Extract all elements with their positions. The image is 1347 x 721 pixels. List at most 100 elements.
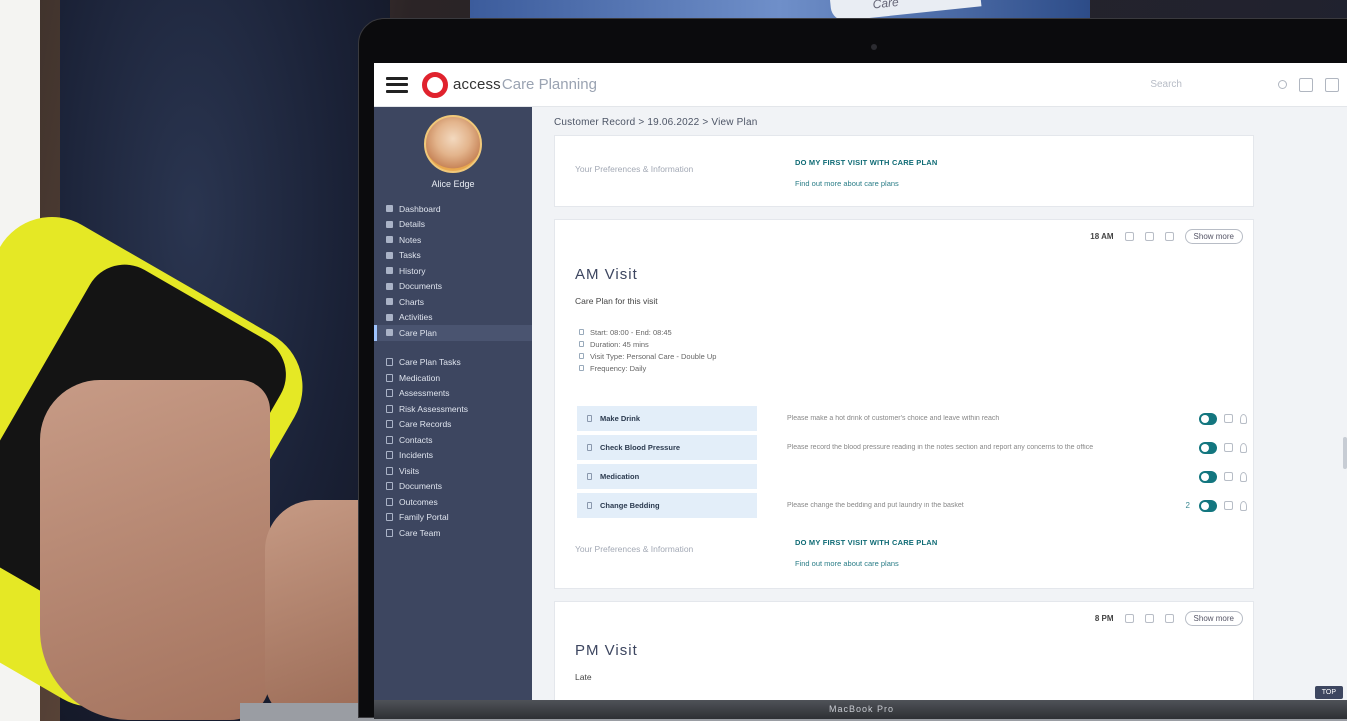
task-note: Please make a hot drink of customer's ch… <box>787 415 1000 422</box>
sidebar-item-contacts[interactable]: Contacts <box>374 432 532 448</box>
table-row: Medication <box>577 463 1247 490</box>
sidebar-item-visits[interactable]: Visits <box>374 463 532 479</box>
tag-icon <box>579 353 584 359</box>
sidebar-item-tasks[interactable]: Tasks <box>374 248 532 264</box>
sidebar-item-assessments[interactable]: Assessments <box>374 386 532 402</box>
sidebar-secondary-nav: Care Plan Tasks Medication Assessments R… <box>374 355 532 541</box>
sidebar-item-family-portal[interactable]: Family Portal <box>374 510 532 526</box>
am-preferences-row: Your Preferences & Information DO MY FIR… <box>575 538 938 568</box>
list-item: Start: 08:00 - End: 08:45 <box>579 326 716 338</box>
avatar[interactable] <box>424 115 482 173</box>
history-icon[interactable] <box>1124 614 1134 623</box>
file-icon <box>386 513 393 522</box>
list-item: Duration: 45 mins <box>579 338 716 350</box>
am-care-plans-info-link[interactable]: Find out more about care plans <box>795 559 938 568</box>
calendar-icon <box>579 365 584 371</box>
care-plan-icon <box>386 329 393 337</box>
copy-icon[interactable] <box>1144 614 1154 623</box>
sidebar-item-charts[interactable]: Charts <box>374 294 532 310</box>
window-icon[interactable] <box>1299 77 1313 92</box>
sidebar-item-details[interactable]: Details <box>374 217 532 233</box>
pm-card-tools: 8 PM Show more <box>1095 611 1243 626</box>
badge-text: Care <box>871 0 900 12</box>
task-toggle[interactable] <box>1199 470 1217 483</box>
sidebar-item-medication[interactable]: Medication <box>374 370 532 386</box>
pin-icon[interactable] <box>1240 442 1247 453</box>
sidebar-item-care-plan-tasks[interactable]: Care Plan Tasks <box>374 355 532 371</box>
notes-icon <box>386 236 393 244</box>
sidebar-item-outcomes[interactable]: Outcomes <box>374 494 532 510</box>
file-icon <box>386 389 393 398</box>
back-to-top-button[interactable]: TOP <box>1314 686 1343 699</box>
care-plans-info-link[interactable]: Find out more about care plans <box>795 179 938 188</box>
file-icon <box>386 482 393 491</box>
sidebar-item-incidents[interactable]: Incidents <box>374 448 532 464</box>
first-visit-link[interactable]: DO MY FIRST VISIT WITH CARE PLAN <box>795 158 938 167</box>
sidebar-item-notes[interactable]: Notes <box>374 232 532 248</box>
sidebar-item-activities[interactable]: Activities <box>374 310 532 326</box>
sidebar-item-care-team[interactable]: Care Team <box>374 525 532 541</box>
sidebar-item-history[interactable]: History <box>374 263 532 279</box>
task-actions <box>1157 470 1247 483</box>
file-icon <box>587 415 592 422</box>
table-row: Check Blood Pressure Please record the b… <box>577 434 1247 461</box>
am-preferences-links: DO MY FIRST VISIT WITH CARE PLAN Find ou… <box>795 538 938 568</box>
am-first-visit-link[interactable]: DO MY FIRST VISIT WITH CARE PLAN <box>795 538 938 547</box>
pm-show-more-button[interactable]: Show more <box>1184 611 1243 626</box>
access-logo-icon <box>422 71 448 98</box>
scrollbar[interactable] <box>1343 437 1347 469</box>
clock-icon <box>579 341 584 347</box>
task-actions <box>1157 412 1247 425</box>
am-preferences-label: Your Preferences & Information <box>575 544 694 554</box>
sidebar-item-documents[interactable]: Documents <box>374 279 532 295</box>
brand-name: access <box>453 76 501 93</box>
preferences-label: Your Preferences & Information <box>575 164 694 174</box>
documents-icon <box>386 282 393 290</box>
task-toggle[interactable] <box>1199 441 1217 454</box>
list-item: Visit Type: Personal Care - Double Up <box>579 350 716 362</box>
search-link[interactable]: Search <box>1150 79 1182 90</box>
sidebar-item-dashboard[interactable]: Dashboard <box>374 201 532 217</box>
sidebar-item-documents-2[interactable]: Documents <box>374 479 532 495</box>
task-check-blood-pressure[interactable]: Check Blood Pressure <box>577 435 757 460</box>
sidebar-item-care-records[interactable]: Care Records <box>374 417 532 433</box>
am-time-label: 18 AM <box>1090 232 1114 241</box>
file-icon <box>386 451 393 460</box>
notification-icon[interactable] <box>1278 80 1287 89</box>
left-hand <box>40 380 270 720</box>
am-visit-details: Start: 08:00 - End: 08:45 Duration: 45 m… <box>579 326 716 374</box>
sidebar: Alice Edge Dashboard Details Notes Tasks… <box>374 107 532 700</box>
am-show-more-button[interactable]: Show more <box>1184 229 1243 244</box>
task-change-bedding[interactable]: Change Bedding <box>577 493 757 518</box>
logout-icon[interactable] <box>1325 77 1339 92</box>
edit-icon[interactable] <box>1224 443 1233 452</box>
pin-icon[interactable] <box>1240 471 1247 482</box>
delete-icon[interactable] <box>1164 232 1174 241</box>
delete-icon[interactable] <box>1164 614 1174 623</box>
task-toggle[interactable] <box>1199 412 1217 425</box>
laptop-screen: access Care Planning Search Alice Edge D… <box>374 63 1347 700</box>
copy-icon[interactable] <box>1144 232 1154 241</box>
task-actions: 2 <box>1157 499 1247 512</box>
clock-icon <box>579 329 584 335</box>
sidebar-item-care-plan[interactable]: Care Plan <box>374 325 532 341</box>
task-note: Please record the blood pressure reading… <box>787 444 1094 451</box>
pm-time-label: 8 PM <box>1094 614 1114 623</box>
task-medication[interactable]: Medication <box>577 464 757 489</box>
hamburger-menu-icon[interactable] <box>386 76 408 93</box>
pin-icon[interactable] <box>1240 500 1247 511</box>
task-make-drink[interactable]: Make Drink <box>577 406 757 431</box>
history-icon <box>386 267 393 275</box>
pin-icon[interactable] <box>1240 413 1247 424</box>
edit-icon[interactable] <box>1224 414 1233 423</box>
breadcrumb[interactable]: Customer Record > 19.06.2022 > View Plan <box>554 117 1347 128</box>
charts-icon <box>386 298 393 306</box>
file-icon <box>386 373 393 382</box>
history-icon[interactable] <box>1124 232 1134 241</box>
edit-icon[interactable] <box>1224 501 1233 510</box>
am-visit-subtitle: Care Plan for this visit <box>575 296 658 306</box>
edit-icon[interactable] <box>1224 472 1233 481</box>
laptop: access Care Planning Search Alice Edge D… <box>358 18 1347 719</box>
sidebar-item-risk-assessments[interactable]: Risk Assessments <box>374 401 532 417</box>
task-toggle[interactable] <box>1199 499 1217 512</box>
